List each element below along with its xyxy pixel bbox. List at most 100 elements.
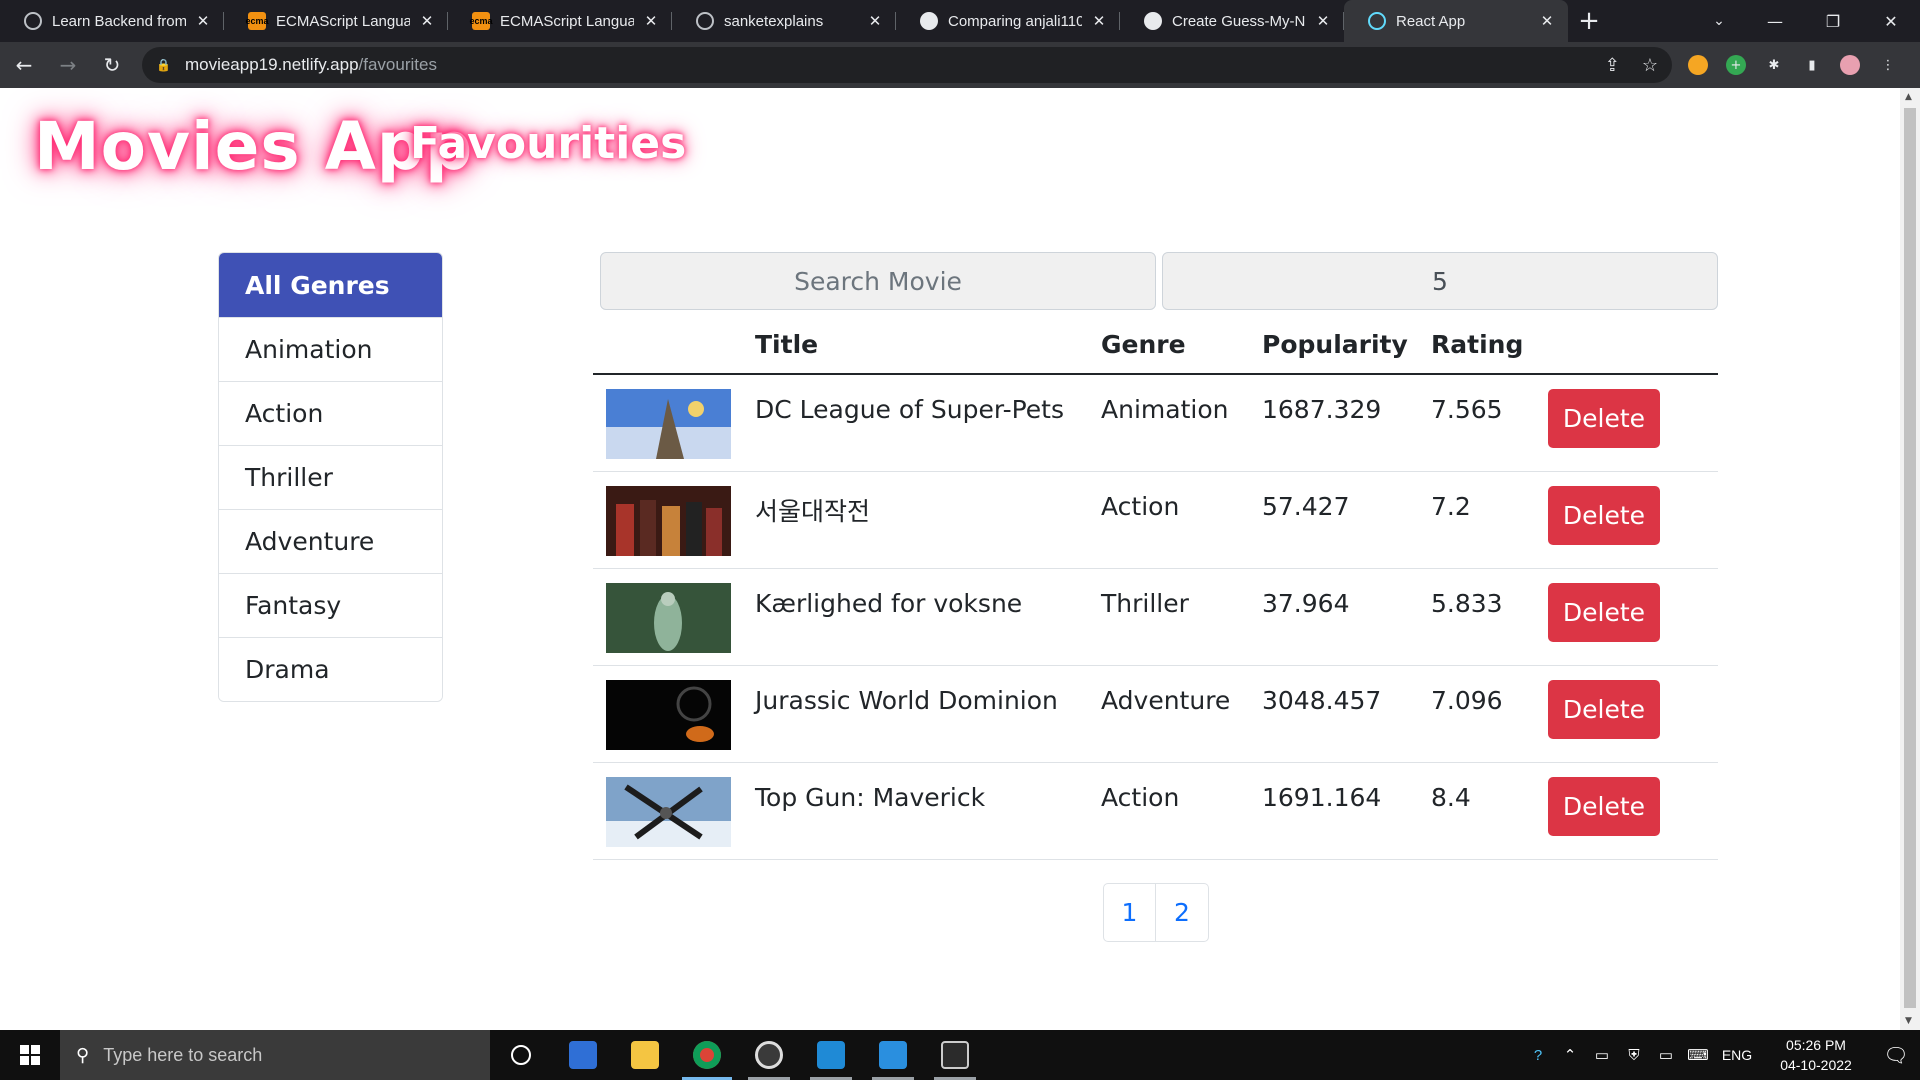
browser-tab-active[interactable]: React App ✕	[1344, 0, 1568, 42]
movie-poster-image[interactable]	[606, 679, 731, 750]
movie-poster-image[interactable]	[606, 776, 731, 847]
page-link-2[interactable]: 2	[1156, 883, 1209, 942]
header-genre[interactable]: Genre	[1101, 316, 1262, 375]
restore-icon[interactable]: ❐	[1804, 0, 1862, 42]
close-icon[interactable]: ✕	[642, 12, 660, 30]
vscode-icon[interactable]	[862, 1030, 924, 1080]
header-rating[interactable]: Rating	[1431, 316, 1548, 375]
taskbar-search[interactable]: ⚲ Type here to search	[60, 1030, 490, 1080]
notification-icon[interactable]: 🗨	[1872, 1030, 1920, 1080]
close-icon[interactable]: ✕	[866, 12, 884, 30]
page-link-1[interactable]: 1	[1103, 883, 1156, 942]
genre-item-animation[interactable]: Animation	[219, 317, 442, 381]
movie-poster-image[interactable]	[606, 485, 731, 556]
movie-title: Kærlighed for voksne	[755, 568, 1101, 666]
browser-tab[interactable]: ecma ECMAScript Language ✕	[448, 0, 672, 42]
file-explorer-icon[interactable]	[614, 1030, 676, 1080]
network-icon[interactable]: ▭	[1589, 1030, 1615, 1080]
side-panel-icon[interactable]: ▮	[1802, 55, 1822, 75]
header-popularity[interactable]: Popularity	[1262, 316, 1431, 375]
battery-icon[interactable]: ▭	[1653, 1030, 1679, 1080]
genre-item-action[interactable]: Action	[219, 381, 442, 445]
poster-cell	[593, 471, 755, 569]
header-title[interactable]: Title	[755, 316, 1101, 375]
tab-title: Comparing anjali1102	[948, 12, 1082, 30]
start-button[interactable]	[0, 1030, 60, 1080]
address-bar[interactable]: 🔒 movieapp19.netlify.app/favourites ⇪ ☆	[142, 47, 1672, 83]
photos-icon[interactable]	[800, 1030, 862, 1080]
movie-popularity: 1691.164	[1262, 762, 1431, 860]
cortana-icon[interactable]	[490, 1030, 552, 1080]
movie-poster-image[interactable]	[606, 582, 731, 653]
minimize-icon[interactable]: —	[1746, 0, 1804, 42]
table-row: Top Gun: Maverick Action 1691.164 8.4 De…	[593, 762, 1718, 860]
close-icon[interactable]: ✕	[194, 12, 212, 30]
help-icon[interactable]: ?	[1525, 1030, 1551, 1080]
reload-icon[interactable]: ↻	[92, 45, 132, 85]
movie-genre: Action	[1101, 762, 1262, 860]
avatar[interactable]	[1840, 55, 1860, 75]
search-movie-input[interactable]	[600, 252, 1156, 310]
close-icon[interactable]: ✕	[1090, 12, 1108, 30]
page-content: Movies App Favourities All Genres Animat…	[0, 88, 1900, 1030]
puzzle-icon[interactable]: ✱	[1764, 55, 1784, 75]
rows-per-page-input[interactable]	[1162, 252, 1718, 310]
header-poster	[593, 316, 755, 375]
genre-item-all[interactable]: All Genres	[219, 253, 442, 317]
lock-icon[interactable]: 🔒	[156, 58, 171, 72]
extension-icon[interactable]: +	[1726, 55, 1746, 75]
close-window-icon[interactable]: ✕	[1862, 0, 1920, 42]
close-icon[interactable]: ✕	[418, 12, 436, 30]
whiteboard-icon[interactable]	[552, 1030, 614, 1080]
terminal-icon[interactable]	[924, 1030, 986, 1080]
delete-button[interactable]: Delete	[1548, 582, 1660, 642]
back-icon[interactable]: ←	[4, 45, 44, 85]
genre-item-fantasy[interactable]: Fantasy	[219, 573, 442, 637]
header-action	[1548, 316, 1718, 375]
tab-search-icon[interactable]: ⌄	[1698, 0, 1740, 42]
table-row: Kærlighed for voksne Thriller 37.964 5.8…	[593, 568, 1718, 666]
keyboard-icon[interactable]: ⌨	[1685, 1030, 1711, 1080]
share-icon[interactable]: ⇪	[1605, 55, 1620, 76]
clock[interactable]: 05:26 PM 04-10-2022	[1766, 1035, 1866, 1075]
favourites-link[interactable]: Favourities	[410, 118, 686, 169]
browser-tab[interactable]: Create Guess-My-Nur ✕	[1120, 0, 1344, 42]
security-shield-icon[interactable]: ⛨	[1621, 1030, 1647, 1080]
movie-title: Jurassic World Dominion	[755, 665, 1101, 763]
movie-genre: Action	[1101, 471, 1262, 569]
browser-tab[interactable]: Learn Backend from S ✕	[0, 0, 224, 42]
delete-button[interactable]: Delete	[1548, 389, 1660, 448]
browser-tab[interactable]: ecma ECMAScript Language ✕	[224, 0, 448, 42]
genre-item-adventure[interactable]: Adventure	[219, 509, 442, 573]
genre-item-drama[interactable]: Drama	[219, 637, 442, 701]
windows-icon	[20, 1045, 40, 1065]
close-icon[interactable]: ✕	[1538, 12, 1556, 30]
language-indicator[interactable]: ENG	[1717, 1030, 1757, 1080]
page-scrollbar[interactable]: ▲ ▼	[1900, 88, 1920, 1030]
brand-logo[interactable]: Movies App	[34, 108, 473, 185]
clock-date: 04-10-2022	[1780, 1057, 1852, 1073]
scrollbar-thumb[interactable]	[1904, 108, 1916, 1008]
close-icon[interactable]: ✕	[1314, 12, 1332, 30]
movie-title: Top Gun: Maverick	[755, 762, 1101, 860]
delete-button[interactable]: Delete	[1548, 776, 1660, 836]
bookmark-star-icon[interactable]: ☆	[1642, 55, 1658, 76]
menu-icon[interactable]: ⋮	[1878, 55, 1898, 75]
scroll-up-icon[interactable]: ▲	[1905, 92, 1912, 102]
delete-button[interactable]: Delete	[1548, 485, 1660, 545]
tab-title: React App	[1396, 12, 1466, 30]
delete-button[interactable]: Delete	[1548, 679, 1660, 739]
browser-tab[interactable]: sanketexplains ✕	[672, 0, 896, 42]
obs-icon[interactable]	[738, 1030, 800, 1080]
scroll-down-icon[interactable]: ▼	[1905, 1016, 1912, 1026]
chrome-icon[interactable]	[676, 1030, 738, 1080]
poster-cell	[593, 665, 755, 763]
extension-icon[interactable]	[1688, 55, 1708, 75]
movie-title: 서울대작전	[755, 471, 1101, 569]
chevron-up-icon[interactable]: ⌃	[1557, 1030, 1583, 1080]
new-tab-button[interactable]: +	[1568, 0, 1610, 42]
browser-tab[interactable]: Comparing anjali1102 ✕	[896, 0, 1120, 42]
genre-item-thriller[interactable]: Thriller	[219, 445, 442, 509]
movie-poster-image[interactable]	[606, 389, 731, 459]
forward-icon[interactable]: →	[48, 45, 88, 85]
